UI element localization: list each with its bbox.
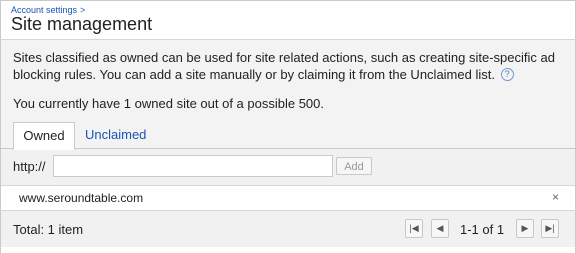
add-site-row: http:// Add (1, 149, 575, 186)
site-url: www.seroundtable.com (19, 191, 144, 205)
site-row: www.seroundtable.com × (1, 186, 575, 211)
content-panel: Sites classified as owned can be used fo… (0, 39, 576, 253)
add-site-button[interactable]: Add (336, 157, 372, 175)
description-body: Sites classified as owned can be used fo… (13, 50, 555, 82)
owned-count-text: You currently have 1 owned site out of a… (13, 96, 325, 111)
tab-owned[interactable]: Owned (13, 122, 75, 150)
page-title: Site management (11, 14, 153, 34)
url-prefix-label: http:// (13, 159, 46, 174)
next-page-button[interactable]: ▶ (516, 219, 534, 238)
first-page-button[interactable]: |◀ (405, 219, 423, 238)
help-icon[interactable]: ? (500, 68, 514, 81)
last-page-button[interactable]: ▶| (541, 219, 559, 238)
page-range: 1-1 of 1 (460, 222, 505, 237)
site-url-input[interactable] (53, 155, 333, 177)
tab-unclaimed[interactable]: Unclaimed (85, 122, 146, 148)
previous-page-button[interactable]: ◀ (431, 219, 449, 238)
owned-tab-content: http:// Add www.seroundtable.com × Total… (1, 148, 575, 253)
list-footer: Total: 1 item |◀ ◀ 1-1 of 1 ▶ ▶| (1, 211, 575, 247)
total-count: Total: 1 item (13, 222, 84, 237)
page-header: Account settings > Site management (0, 0, 576, 39)
description-text: Sites classified as owned can be used fo… (13, 49, 563, 83)
remove-site-icon[interactable]: × (552, 191, 559, 204)
site-management-page: Account settings > Site management Sites … (0, 0, 576, 253)
